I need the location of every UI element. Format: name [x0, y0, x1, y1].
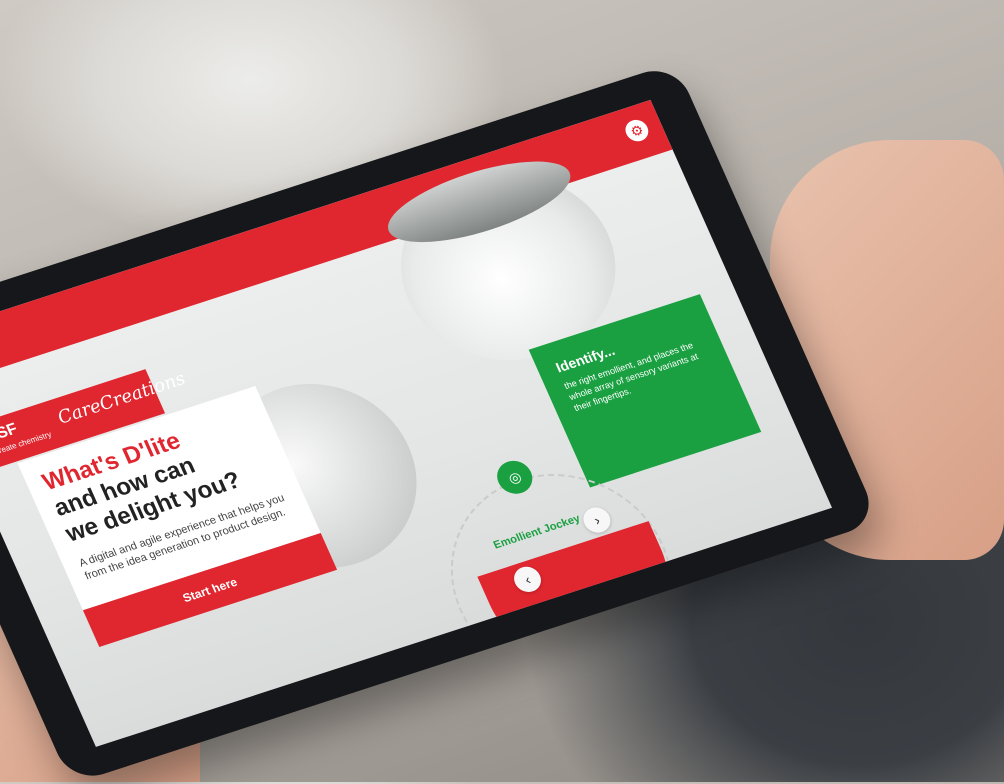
- settings-icon[interactable]: ⚙: [621, 117, 652, 145]
